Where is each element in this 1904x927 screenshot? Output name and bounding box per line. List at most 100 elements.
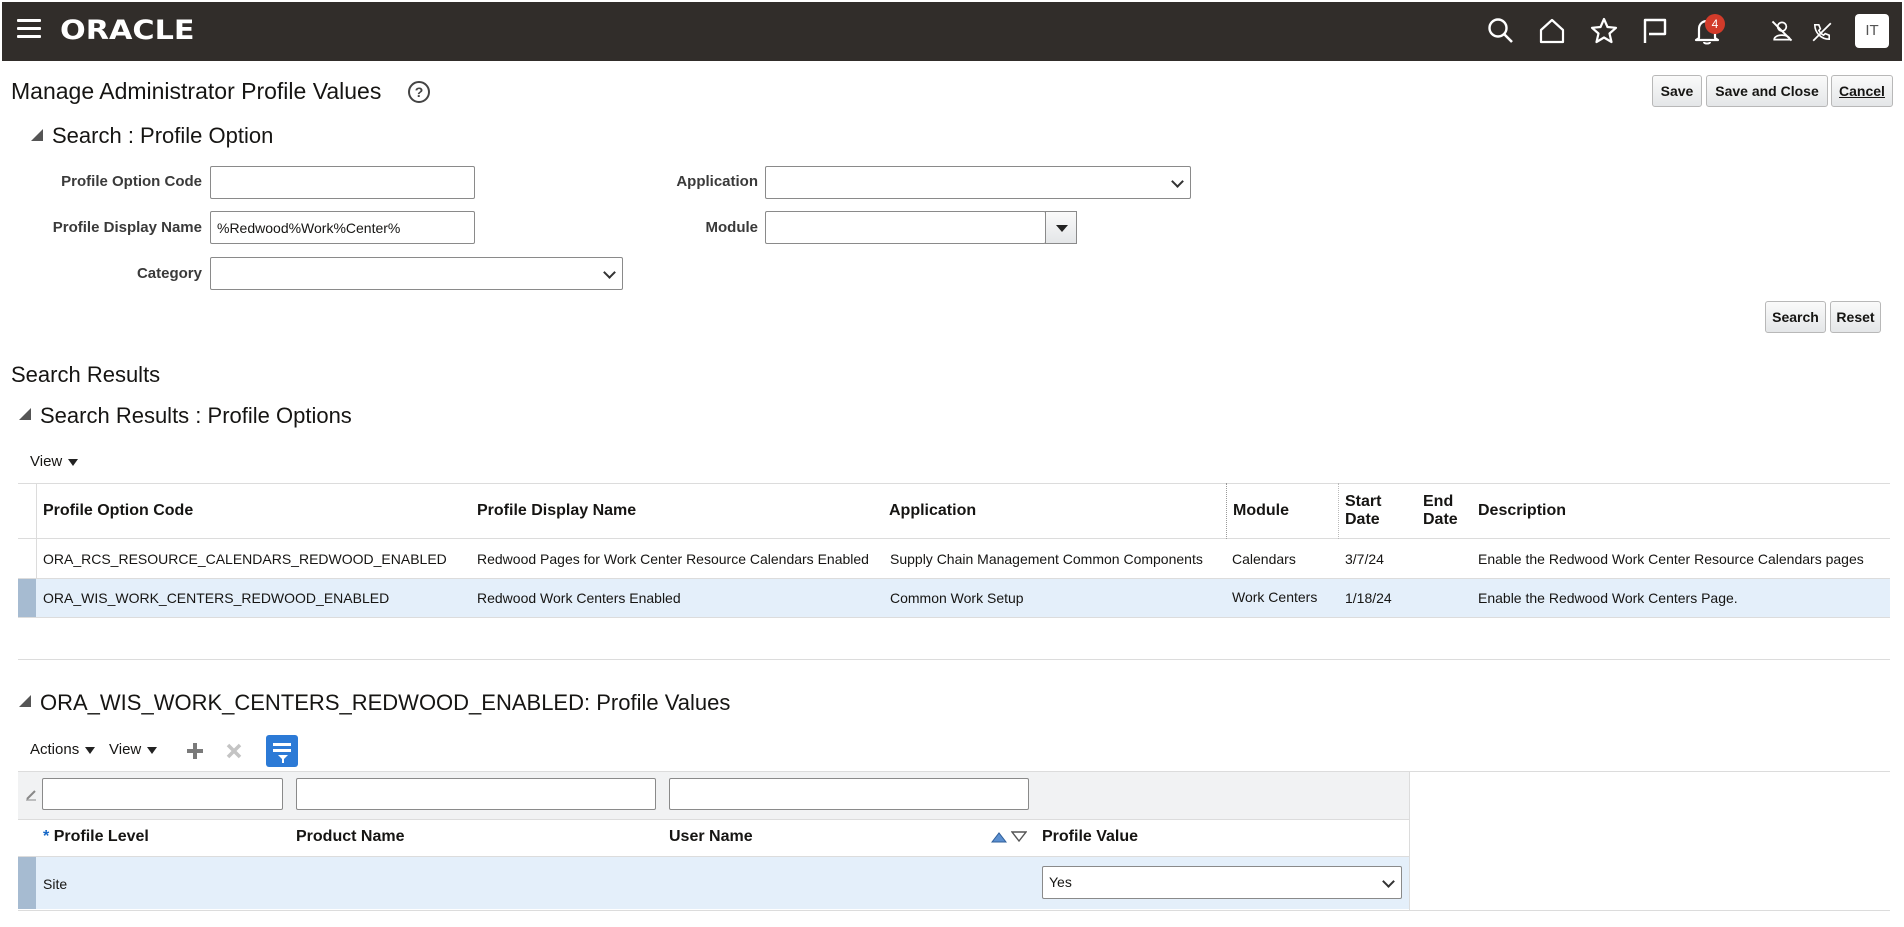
save-and-close-button[interactable]: Save and Close (1706, 75, 1828, 107)
frozen-column-divider (1226, 483, 1227, 539)
delete-icon[interactable] (224, 741, 244, 761)
add-icon[interactable] (185, 741, 205, 761)
cell-application: Supply Chain Management Common Component… (890, 551, 1203, 567)
collapse-search-icon[interactable] (31, 129, 43, 141)
cell-code: ORA_RCS_RESOURCE_CALENDARS_REDWOOD_ENABL… (43, 551, 447, 567)
module-dropdown-button[interactable] (1045, 211, 1077, 244)
profile-display-name-label: Profile Display Name (52, 219, 202, 236)
cell-start-date: 3/7/24 (1345, 551, 1384, 567)
cell-display-name: Redwood Pages for Work Center Resource C… (477, 551, 869, 567)
results-view-menu[interactable]: View (30, 453, 79, 470)
view-label: View (109, 741, 142, 758)
page-title: Manage Administrator Profile Values (11, 78, 382, 104)
col-product-name[interactable]: Product Name (296, 828, 404, 846)
flag-icon[interactable] (1640, 16, 1670, 46)
filter-user-name[interactable] (669, 778, 1029, 810)
chevron-down-icon (1171, 175, 1184, 188)
required-mark: * (43, 828, 50, 845)
edit-icon (25, 788, 37, 801)
search-results-heading: Search Results (11, 362, 161, 387)
col-description[interactable]: Description (1478, 502, 1566, 520)
caret-down-icon (147, 746, 158, 754)
table-top-border (18, 483, 1890, 484)
cell-module: Calendars (1232, 551, 1296, 567)
sort-descending-icon[interactable] (1010, 830, 1028, 844)
chevron-down-icon (603, 266, 616, 279)
profile-value: Yes (1049, 874, 1072, 890)
category-label: Category (136, 265, 202, 282)
col-end-date[interactable]: End Date (1423, 493, 1458, 529)
filter-profile-level[interactable] (42, 778, 283, 810)
profile-option-code-label: Profile Option Code (61, 173, 202, 190)
user-avatar[interactable]: IT (1855, 14, 1889, 48)
notification-badge: 4 (1705, 14, 1725, 34)
row-selector[interactable] (18, 857, 36, 909)
cell-application: Common Work Setup (890, 590, 1024, 606)
oracle-logo[interactable]: ORACLE (60, 15, 195, 46)
application-select[interactable] (765, 166, 1191, 199)
view-label: View (30, 453, 63, 470)
application-label: Application (676, 173, 758, 190)
home-icon[interactable] (1537, 16, 1567, 46)
star-icon[interactable] (1589, 16, 1619, 46)
module-label: Module (705, 219, 759, 236)
sort-ascending-icon[interactable] (990, 830, 1008, 844)
actions-label: Actions (30, 741, 80, 758)
column-divider (1338, 483, 1339, 539)
cell-profile-level: Site (43, 876, 68, 892)
col-end-date-line1: End (1423, 493, 1454, 510)
filter-row-border (18, 819, 1410, 820)
user-off-icon[interactable] (1769, 18, 1795, 44)
chevron-down-icon (1382, 875, 1395, 888)
cell-code: ORA_WIS_WORK_CENTERS_REDWOOD_ENABLED (43, 590, 390, 606)
row-border (18, 617, 1890, 618)
phone-off-icon[interactable] (1810, 20, 1834, 44)
col-start-date-line2: Date (1345, 511, 1380, 528)
actions-menu[interactable]: Actions (30, 741, 96, 758)
table-top-border (18, 771, 1890, 772)
filter-product-name[interactable] (296, 778, 656, 810)
cell-description: Enable the Redwood Work Center Resource … (1478, 551, 1864, 567)
menu-icon[interactable] (17, 19, 41, 39)
search-section-title: Search : Profile Option (52, 123, 274, 148)
col-module[interactable]: Module (1233, 502, 1289, 520)
collapse-values-icon[interactable] (19, 695, 31, 707)
cell-display-name: Redwood Work Centers Enabled (477, 590, 681, 606)
values-view-menu[interactable]: View (109, 741, 158, 758)
col-profile-level-label: Profile Level (53, 828, 149, 845)
module-input[interactable] (765, 211, 1046, 244)
values-section-title: ORA_WIS_WORK_CENTERS_REDWOOD_ENABLED: Pr… (40, 690, 731, 715)
profile-display-name-input[interactable] (210, 211, 475, 244)
col-profile-option-code[interactable]: Profile Option Code (43, 502, 193, 520)
cell-description: Enable the Redwood Work Centers Page. (1478, 590, 1738, 606)
search-icon[interactable] (1486, 16, 1516, 46)
save-button[interactable]: Save (1652, 75, 1702, 107)
profile-value-select[interactable]: Yes (1042, 866, 1402, 899)
col-start-date-line1: Start (1345, 493, 1382, 510)
cancel-button[interactable]: Cancel (1831, 75, 1893, 107)
col-user-name[interactable]: User Name (669, 828, 753, 846)
table-bottom-border (18, 659, 1890, 660)
cell-module: Work Centers (1232, 589, 1318, 605)
query-by-example-icon[interactable] (266, 735, 298, 767)
profile-option-code-input[interactable] (210, 166, 475, 199)
results-section-title: Search Results : Profile Options (40, 403, 352, 428)
collapse-results-icon[interactable] (19, 408, 31, 420)
col-end-date-line2: Date (1423, 511, 1458, 528)
category-select[interactable] (210, 257, 623, 290)
row-selector[interactable] (18, 579, 36, 617)
search-button[interactable]: Search (1765, 301, 1826, 333)
table-right-border (1409, 771, 1410, 910)
col-profile-display-name[interactable]: Profile Display Name (477, 502, 636, 520)
caret-down-icon (1056, 225, 1068, 232)
help-icon[interactable]: ? (408, 81, 430, 103)
col-start-date[interactable]: Start Date (1345, 493, 1381, 529)
table-header-border (18, 538, 1890, 539)
caret-down-icon (68, 458, 79, 466)
reset-button[interactable]: Reset (1830, 301, 1881, 333)
cell-start-date: 1/18/24 (1345, 590, 1392, 606)
col-application[interactable]: Application (889, 502, 976, 520)
col-profile-value[interactable]: Profile Value (1042, 828, 1138, 846)
col-profile-level[interactable]: * Profile Level (43, 828, 149, 846)
caret-down-icon (85, 746, 96, 754)
